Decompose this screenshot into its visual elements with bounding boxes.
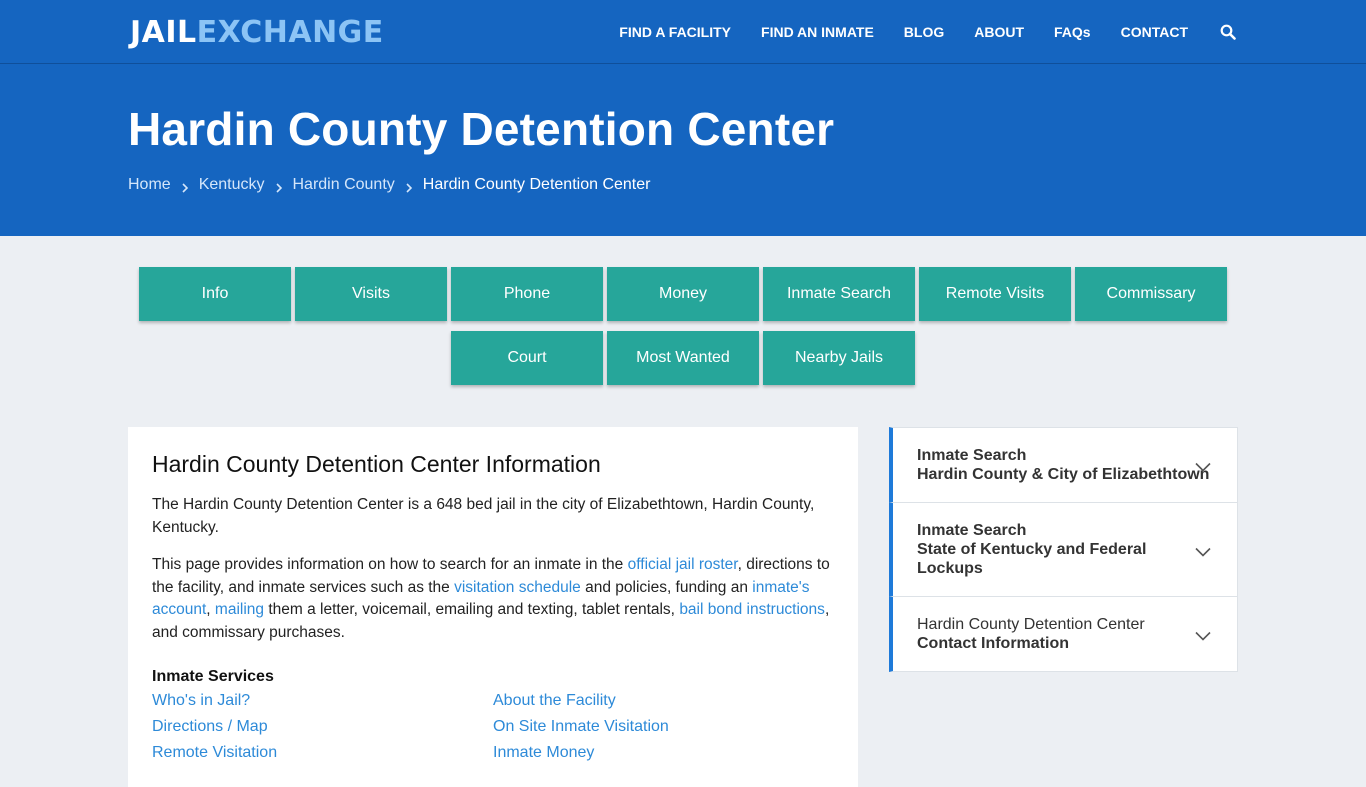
services-list: Who's in Jail? About the Facility Direct… — [152, 690, 834, 764]
logo-part-2: EXCHANGE — [196, 15, 384, 50]
accordion-inmate-search-state[interactable]: Inmate Search State of Kentucky and Fede… — [889, 503, 1238, 597]
info-heading: Hardin County Detention Center Informati… — [152, 451, 601, 477]
jail-roster-link[interactable]: official jail roster — [628, 556, 738, 573]
intro-paragraph: The Hardin County Detention Center is a … — [152, 496, 815, 536]
services-heading: Inmate Services — [152, 668, 274, 685]
tab-remote-visits[interactable]: Remote Visits — [919, 267, 1071, 321]
chevron-down-icon — [1195, 544, 1211, 557]
service-link-whos-in-jail[interactable]: Who's in Jail? — [152, 690, 493, 712]
chevron-down-icon — [1195, 459, 1211, 472]
details-paragraph: This page provides information on how to… — [152, 554, 834, 644]
nav-find-facility[interactable]: FIND A FACILITY — [619, 24, 731, 40]
nav-faqs[interactable]: FAQs — [1054, 24, 1091, 40]
top-navbar: JAILEXCHANGE FIND A FACILITY FIND AN INM… — [0, 0, 1366, 64]
tab-money[interactable]: Money — [607, 267, 759, 321]
info-card: Hardin County Detention Center Informati… — [128, 427, 858, 787]
search-icon[interactable] — [1220, 24, 1236, 40]
tab-inmate-search[interactable]: Inmate Search — [763, 267, 915, 321]
accordion-title: Inmate Search — [917, 447, 1027, 464]
details-text-5: them a letter, voicemail, emailing and t… — [264, 601, 680, 618]
breadcrumb: Home Kentucky Hardin County Hardin Count… — [128, 176, 650, 194]
breadcrumb-county[interactable]: Hardin County — [293, 176, 395, 194]
service-link-about-facility[interactable]: About the Facility — [493, 690, 834, 712]
nav-about[interactable]: ABOUT — [974, 24, 1024, 40]
service-link-onsite-visitation[interactable]: On Site Inmate Visitation — [493, 716, 834, 738]
details-text-4: , — [206, 601, 215, 618]
sidebar-accordion: Inmate Search Hardin County & City of El… — [889, 427, 1238, 672]
section-tabs: Info Visits Phone Money Inmate Search Re… — [0, 267, 1366, 395]
chevron-right-icon — [181, 180, 189, 193]
nav-find-inmate[interactable]: FIND AN INMATE — [761, 24, 874, 40]
tab-row-2: Court Most Wanted Nearby Jails — [0, 331, 1366, 385]
chevron-right-icon — [275, 180, 283, 193]
nav-contact[interactable]: CONTACT — [1121, 24, 1188, 40]
page-title: Hardin County Detention Center — [128, 103, 835, 155]
details-text-1: This page provides information on how to… — [152, 556, 628, 573]
accordion-subtitle: State of Kentucky and Federal Lockups — [917, 541, 1147, 577]
accordion-subtitle: Hardin County & City of Elizabethtown — [917, 466, 1210, 483]
logo-part-1: JAIL — [130, 15, 197, 50]
accordion-title: Hardin County Detention Center — [917, 616, 1145, 633]
service-link-remote-visitation[interactable]: Remote Visitation — [152, 742, 493, 764]
breadcrumb-state[interactable]: Kentucky — [199, 176, 265, 194]
bail-bond-link[interactable]: bail bond instructions — [679, 601, 825, 618]
mailing-link[interactable]: mailing — [215, 601, 264, 618]
accordion-subtitle: Contact Information — [917, 635, 1069, 652]
service-link-directions[interactable]: Directions / Map — [152, 716, 493, 738]
accordion-contact-info[interactable]: Hardin County Detention Center Contact I… — [889, 597, 1238, 672]
tab-most-wanted[interactable]: Most Wanted — [607, 331, 759, 385]
tab-visits[interactable]: Visits — [295, 267, 447, 321]
tab-phone[interactable]: Phone — [451, 267, 603, 321]
accordion-inmate-search-county[interactable]: Inmate Search Hardin County & City of El… — [889, 427, 1238, 503]
chevron-right-icon — [405, 180, 413, 193]
main-nav: FIND A FACILITY FIND AN INMATE BLOG ABOU… — [589, 0, 1236, 64]
visitation-schedule-link[interactable]: visitation schedule — [454, 579, 581, 596]
service-link-inmate-money[interactable]: Inmate Money — [493, 742, 834, 764]
tab-commissary[interactable]: Commissary — [1075, 267, 1227, 321]
tab-row-1: Info Visits Phone Money Inmate Search Re… — [0, 267, 1366, 321]
chevron-down-icon — [1195, 628, 1211, 641]
breadcrumb-home[interactable]: Home — [128, 176, 171, 194]
site-logo[interactable]: JAILEXCHANGE — [130, 15, 384, 50]
tab-nearby-jails[interactable]: Nearby Jails — [763, 331, 915, 385]
details-text-3: and policies, funding an — [580, 578, 753, 596]
page-hero: Hardin County Detention Center Home Kent… — [0, 64, 1366, 236]
tab-info[interactable]: Info — [139, 267, 291, 321]
nav-blog[interactable]: BLOG — [904, 24, 944, 40]
accordion-title: Inmate Search — [917, 522, 1027, 539]
tab-court[interactable]: Court — [451, 331, 603, 385]
breadcrumb-current: Hardin County Detention Center — [422, 176, 651, 193]
